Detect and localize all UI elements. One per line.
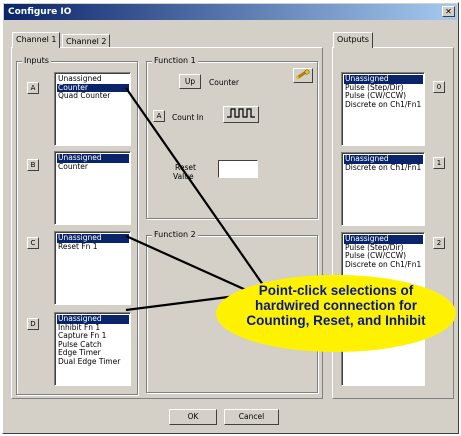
tab-channel-1[interactable]: Channel 1 [12,32,61,48]
callout-line-1: Point-click selections of [258,283,414,298]
callout-pointer-lines [125,87,269,312]
pointer-line-reset [125,234,247,292]
annotation-callout: Point-click selections of hardwired conn… [216,275,456,352]
pointer-line-counter [125,87,269,293]
callout-line-3: Counting, Reset, and Inhibit [246,313,426,328]
tab-outputs-label: Outputs [337,35,369,44]
tab-channel-1-label: Channel 1 [16,35,57,44]
tab-outputs[interactable]: Outputs [333,32,373,48]
callout-line-2: hardwired connection for [254,298,417,313]
